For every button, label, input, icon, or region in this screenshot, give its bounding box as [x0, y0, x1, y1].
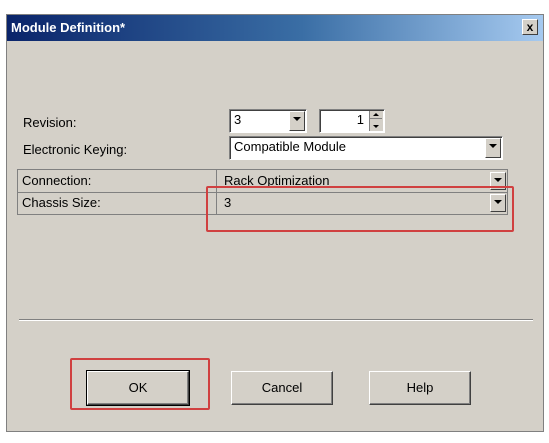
electronic-keying-label: Electronic Keying:: [23, 142, 128, 157]
electronic-keying-dropdown[interactable]: Compatible Module: [229, 136, 503, 160]
chevron-down-icon[interactable]: [485, 138, 501, 158]
chevron-down-icon[interactable]: [289, 111, 305, 131]
spin-down-icon[interactable]: [370, 123, 382, 131]
divider: [19, 319, 533, 321]
title-bar: Module Definition* x: [7, 15, 543, 41]
cancel-button[interactable]: Cancel: [231, 371, 333, 405]
electronic-keying-value: Compatible Module: [234, 139, 347, 154]
spin-up-icon[interactable]: [370, 111, 382, 119]
revision-major-dropdown[interactable]: 3: [229, 109, 307, 133]
dialog-title: Module Definition*: [11, 20, 126, 35]
ok-button-highlight: [70, 358, 210, 410]
revision-label: Revision:: [23, 115, 77, 130]
connection-label: Connection:: [22, 173, 92, 188]
help-button[interactable]: Help: [369, 371, 471, 405]
spinner-control[interactable]: [369, 111, 383, 131]
chassis-size-highlight: [206, 186, 514, 232]
revision-major-value: 3: [234, 112, 242, 127]
revision-minor-spinner[interactable]: 1: [319, 109, 385, 133]
chassis-size-label: Chassis Size:: [22, 195, 101, 210]
close-button[interactable]: x: [522, 19, 538, 35]
revision-minor-value: 1: [356, 112, 364, 127]
